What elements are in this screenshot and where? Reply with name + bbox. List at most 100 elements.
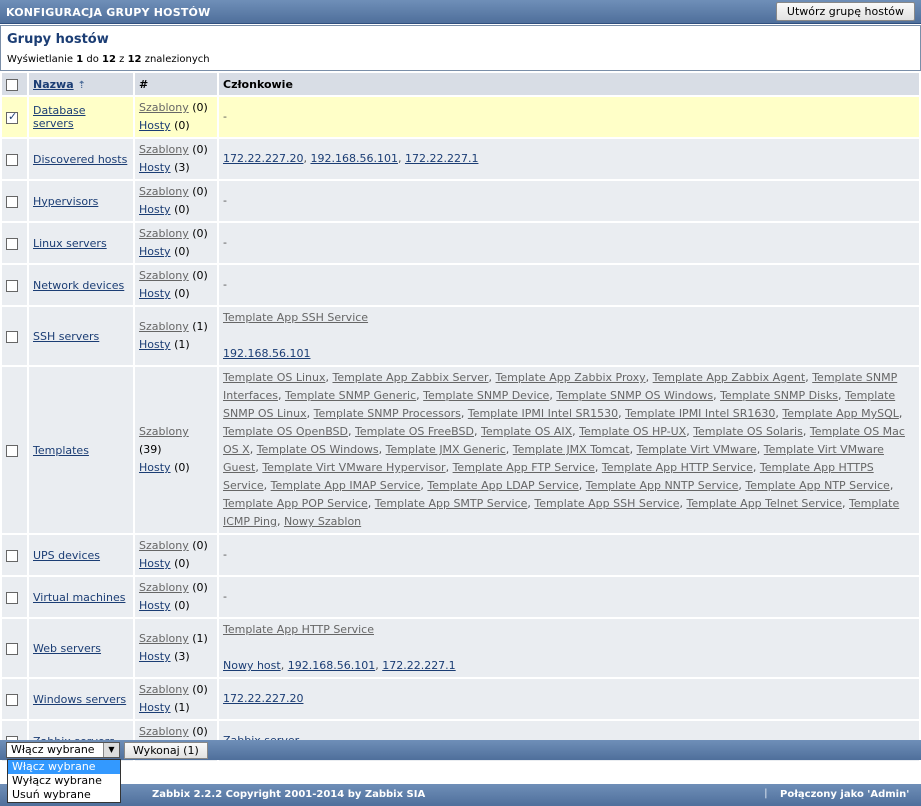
templates-link[interactable]: Szablony [139, 320, 189, 333]
member-template-link[interactable]: Template App Zabbix Agent [653, 371, 806, 384]
member-template-link[interactable]: Template Virt VMware Hypervisor [262, 461, 445, 474]
hosts-link[interactable]: Hosty [139, 599, 171, 612]
member-template-link[interactable]: Template OS FreeBSD [355, 425, 474, 438]
member-template-link[interactable]: Template SNMP Processors [314, 407, 461, 420]
action-dropdown-list[interactable]: Włącz wybrane Wyłącz wybrane Usuń wybran… [7, 759, 121, 803]
row-checkbox[interactable] [6, 110, 18, 124]
hosts-link[interactable]: Hosty [139, 650, 171, 663]
hosts-link[interactable]: Hosty [139, 287, 171, 300]
hosts-link[interactable]: Hosty [139, 701, 171, 714]
member-host-link[interactable]: 172.22.227.20 [223, 152, 303, 165]
member-template-link[interactable]: Template OS Linux [223, 371, 325, 384]
member-template-link[interactable]: Nowy Szablon [284, 515, 361, 528]
member-host-link[interactable]: 172.22.227.1 [405, 152, 478, 165]
member-template-link[interactable]: Template App IMAP Service [271, 479, 421, 492]
member-template-link[interactable]: Template OS Windows [257, 443, 379, 456]
member-template-link[interactable]: Template Virt VMware [637, 443, 757, 456]
templates-count: (0) [192, 725, 208, 738]
hosts-link[interactable]: Hosty [139, 245, 171, 258]
member-host-link[interactable]: 192.168.56.101 [310, 152, 397, 165]
templates-link[interactable]: Szablony [139, 227, 189, 240]
option-disable-selected[interactable]: Wyłącz wybrane [8, 774, 120, 788]
member-template-link[interactable]: Template SNMP Disks [720, 389, 838, 402]
member-template-link[interactable]: Template App Zabbix Server [332, 371, 488, 384]
group-name-link[interactable]: Hypervisors [33, 195, 98, 208]
member-host-link[interactable]: 192.168.56.101 [223, 347, 310, 360]
templates-link[interactable]: Szablony [139, 185, 189, 198]
row-checkbox[interactable] [6, 693, 18, 706]
member-template-link[interactable]: Template OS HP-UX [579, 425, 686, 438]
hosts-link[interactable]: Hosty [139, 338, 171, 351]
templates-link[interactable]: Szablony [139, 269, 189, 282]
group-name-link[interactable]: Templates [33, 444, 89, 457]
row-checkbox[interactable] [6, 444, 18, 457]
member-template-link[interactable]: Template App HTTP Service [223, 623, 374, 636]
member-host-link[interactable]: 172.22.227.1 [382, 659, 455, 672]
member-template-link[interactable]: Template OS AIX [481, 425, 572, 438]
member-template-link[interactable]: Template App MySQL [782, 407, 898, 420]
member-template-link[interactable]: Template App POP Service [223, 497, 368, 510]
member-template-link[interactable]: Template App NNTP Service [586, 479, 739, 492]
member-template-link[interactable]: Template JMX Tomcat [513, 443, 630, 456]
group-name-link[interactable]: Web servers [33, 642, 101, 655]
templates-link[interactable]: Szablony [139, 632, 189, 645]
hosts-link[interactable]: Hosty [139, 461, 171, 474]
templates-link[interactable]: Szablony [139, 725, 189, 738]
action-select[interactable]: Włącz wybrane ▼ [6, 742, 120, 758]
row-checkbox[interactable] [6, 549, 18, 562]
group-name-link[interactable]: Virtual machines [33, 591, 125, 604]
member-template-link[interactable]: Template App Zabbix Proxy [496, 371, 646, 384]
row-checkbox[interactable] [6, 153, 18, 166]
member-template-link[interactable]: Template App HTTP Service [602, 461, 753, 474]
member-template-link[interactable]: Template App Telnet Service [686, 497, 842, 510]
member-template-link[interactable]: Template IPMI Intel SR1630 [625, 407, 775, 420]
templates-link[interactable]: Szablony [139, 143, 189, 156]
templates-link[interactable]: Szablony [139, 425, 189, 438]
select-all-checkbox[interactable] [6, 78, 18, 91]
hosts-link[interactable]: Hosty [139, 119, 171, 132]
execute-button[interactable]: Wykonaj (1) [124, 742, 208, 759]
templates-link[interactable]: Szablony [139, 683, 189, 696]
group-name-link[interactable]: Database servers [33, 104, 86, 130]
member-template-link[interactable]: Template App SSH Service [223, 311, 368, 324]
group-name-link[interactable]: Discovered hosts [33, 153, 127, 166]
chevron-down-icon[interactable]: ▼ [103, 743, 119, 757]
member-template-link[interactable]: Template App FTP Service [453, 461, 595, 474]
hosts-link[interactable]: Hosty [139, 203, 171, 216]
member-host-link[interactable]: 172.22.227.20 [223, 692, 303, 705]
row-checkbox[interactable] [6, 591, 18, 604]
member-template-link[interactable]: Template JMX Generic [386, 443, 506, 456]
templates-link[interactable]: Szablony [139, 101, 189, 114]
option-enable-selected[interactable]: Włącz wybrane [8, 760, 120, 774]
member-host-link[interactable]: Nowy host [223, 659, 281, 672]
hosts-link[interactable]: Hosty [139, 161, 171, 174]
create-host-group-button[interactable]: Utwórz grupę hostów [775, 2, 915, 21]
option-delete-selected[interactable]: Usuń wybrane [8, 788, 120, 802]
row-checkbox[interactable] [6, 195, 18, 208]
row-checkbox[interactable] [6, 237, 18, 250]
row-checkbox[interactable] [6, 330, 18, 343]
hosts-link[interactable]: Hosty [139, 557, 171, 570]
column-name[interactable]: Nazwa ⇡ [29, 73, 133, 95]
group-name-link[interactable]: Windows servers [33, 693, 126, 706]
member-template-link[interactable]: Template App SMTP Service [375, 497, 528, 510]
member-template-link[interactable]: Template OS Solaris [693, 425, 803, 438]
member-template-link[interactable]: Template SNMP Generic [285, 389, 416, 402]
member-template-link[interactable]: Template App SSH Service [534, 497, 679, 510]
row-checkbox[interactable] [6, 642, 18, 655]
group-name-link[interactable]: Network devices [33, 279, 124, 292]
templates-link[interactable]: Szablony [139, 581, 189, 594]
member-template-link[interactable]: Template SNMP OS Windows [556, 389, 713, 402]
group-name-link[interactable]: UPS devices [33, 549, 100, 562]
member-template-link[interactable]: Template App LDAP Service [427, 479, 578, 492]
member-template-link[interactable]: Template IPMI Intel SR1530 [468, 407, 618, 420]
member-host-link[interactable]: 192.168.56.101 [288, 659, 375, 672]
templates-link[interactable]: Szablony [139, 539, 189, 552]
member-template-link[interactable]: Template App NTP Service [745, 479, 889, 492]
group-name-link[interactable]: SSH servers [33, 330, 99, 343]
row-checkbox[interactable] [6, 279, 18, 292]
member-template-link[interactable]: Template SNMP Device [423, 389, 549, 402]
sort-by-name-link[interactable]: Nazwa [33, 78, 74, 91]
group-name-link[interactable]: Linux servers [33, 237, 107, 250]
member-template-link[interactable]: Template OS OpenBSD [223, 425, 348, 438]
